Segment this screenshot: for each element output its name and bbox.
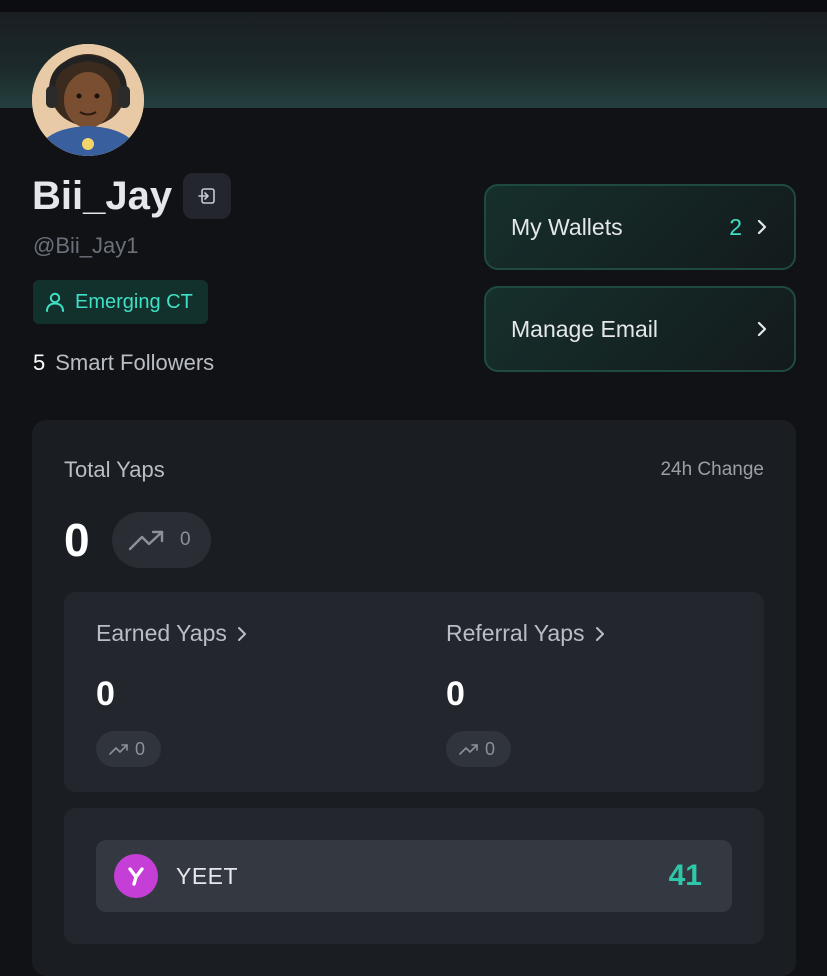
referral-change-pill: 0	[446, 731, 511, 767]
chevron-right-icon	[757, 219, 767, 235]
smart-followers-label: Smart Followers	[55, 350, 215, 375]
total-yaps-label: Total Yaps	[64, 457, 165, 482]
logout-button[interactable]	[183, 173, 231, 219]
my-wallets-label: My Wallets	[511, 213, 623, 240]
top-strip	[0, 0, 827, 12]
yeet-logo-icon	[114, 854, 158, 898]
yaps-card: Total Yaps 24h Change 0 0 Earned Yaps 0 …	[32, 420, 796, 976]
earned-yaps-title[interactable]: Earned Yaps	[96, 620, 247, 647]
status-badge: Emerging CT	[33, 280, 208, 324]
wallets-count: 2	[729, 213, 742, 240]
earned-yaps-label: Earned Yaps	[96, 620, 227, 646]
my-wallets-button[interactable]: My Wallets 2	[484, 184, 796, 270]
referral-change-value: 0	[485, 738, 496, 759]
user-handle: @Bii_Jay1	[33, 233, 139, 258]
person-icon	[46, 292, 64, 312]
username: Bii_Jay	[32, 174, 173, 218]
trending-up-icon	[459, 744, 478, 755]
chevron-right-icon	[595, 626, 604, 641]
earned-yaps-value: 0	[96, 675, 115, 713]
earned-yaps[interactable]: Earned Yaps 0 0	[96, 592, 396, 792]
trending-up-icon	[109, 744, 128, 755]
referral-yaps-label: Referral Yaps	[446, 620, 585, 646]
referral-yaps-title[interactable]: Referral Yaps	[446, 620, 605, 647]
earned-change-pill: 0	[96, 731, 161, 767]
token-name: YEET	[176, 862, 239, 889]
token-panel: YEET 41	[64, 808, 764, 944]
earned-change-value: 0	[135, 738, 146, 759]
manage-email-button[interactable]: Manage Email	[484, 286, 796, 372]
referral-yaps[interactable]: Referral Yaps 0 0	[446, 592, 746, 792]
chevron-right-icon	[237, 626, 246, 641]
manage-email-label: Manage Email	[511, 315, 659, 342]
total-yaps-value: 0	[64, 514, 90, 566]
yaps-breakdown: Earned Yaps 0 0 Referral Yaps 0 0	[64, 592, 764, 792]
badge-label: Emerging CT	[75, 290, 193, 313]
chevron-right-icon	[757, 321, 767, 337]
avatar	[32, 44, 144, 156]
logout-icon	[198, 188, 215, 204]
smart-followers-count: 5	[33, 350, 46, 375]
total-change-pill: 0	[112, 512, 211, 568]
token-value: 41	[668, 859, 702, 892]
total-change-value: 0	[180, 529, 191, 550]
smart-followers: 5 Smart Followers	[33, 350, 214, 376]
token-row-yeet[interactable]: YEET 41	[96, 840, 732, 912]
referral-yaps-value: 0	[446, 675, 465, 713]
trending-up-icon	[128, 530, 164, 551]
change-24h-label: 24h Change	[660, 459, 764, 480]
